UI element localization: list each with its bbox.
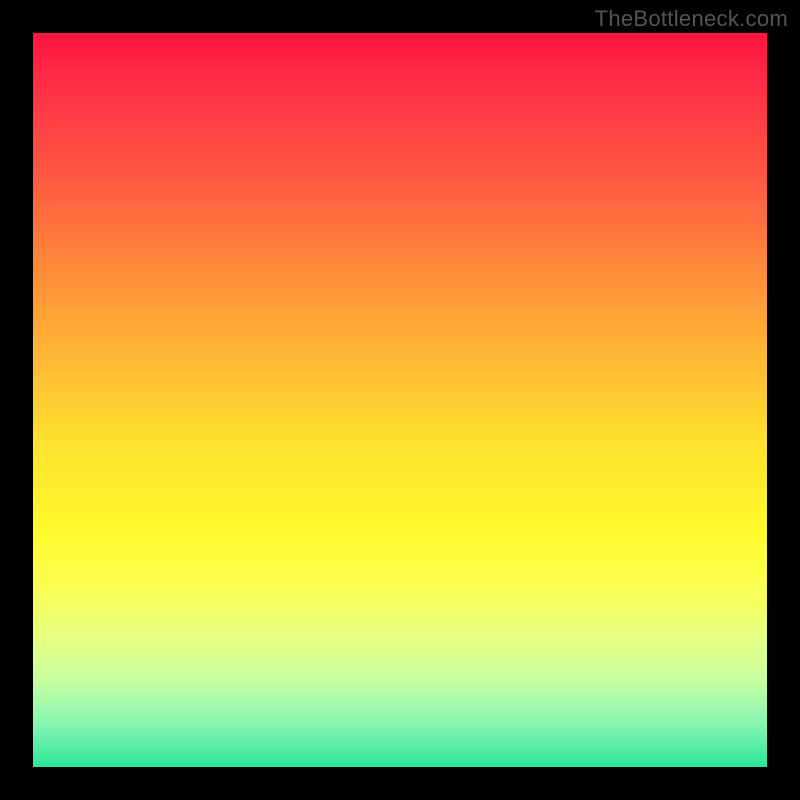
- chart-frame: TheBottleneck.com: [0, 0, 800, 800]
- rainbow-gradient-background: [33, 33, 767, 767]
- watermark-text: TheBottleneck.com: [595, 6, 788, 32]
- plot-area: [33, 33, 767, 767]
